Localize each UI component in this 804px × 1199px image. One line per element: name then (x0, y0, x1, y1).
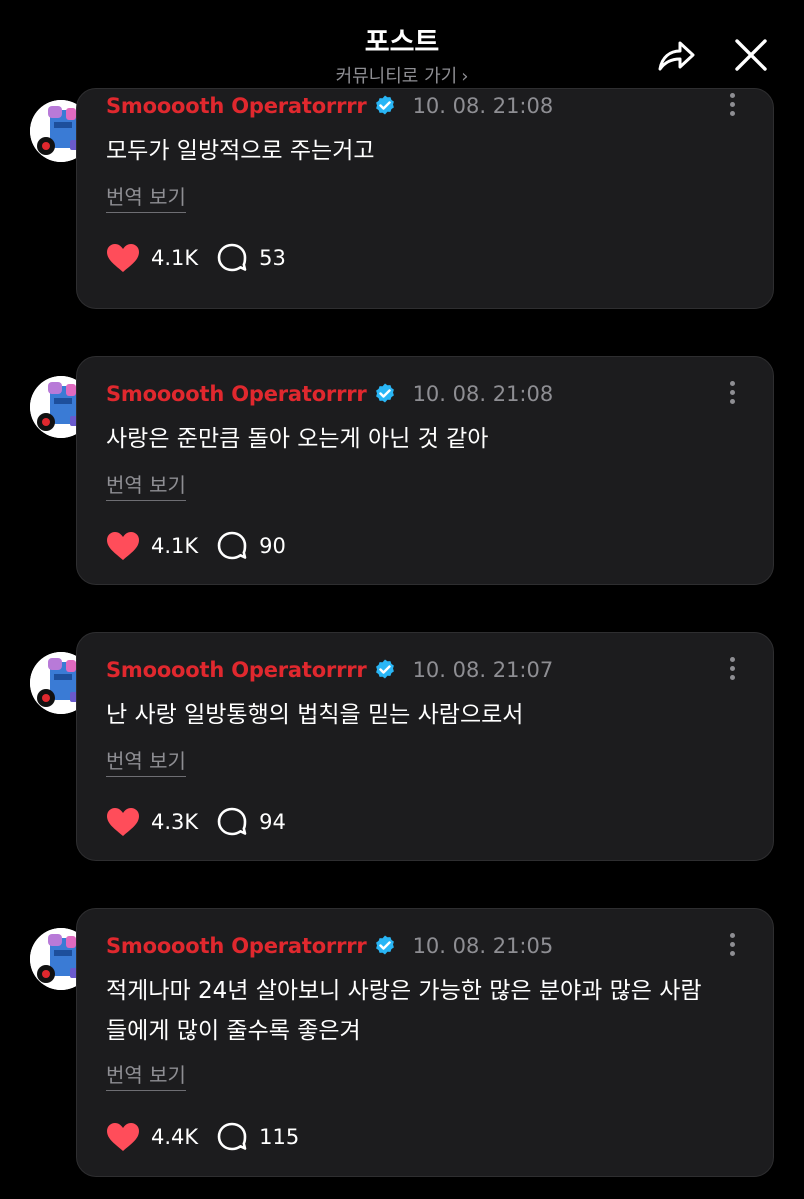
comment-actions: 4.1K 90 (106, 529, 286, 563)
like-count: 4.1K (151, 246, 199, 270)
like-count: 4.3K (151, 810, 199, 834)
comment-card[interactable]: Smooooth Operatorrrr 10. 08. 21:07 난 사랑 … (76, 632, 774, 861)
chevron-right-icon: › (461, 66, 469, 87)
translate-link[interactable]: 번역 보기 (106, 181, 186, 213)
comment-meta: Smooooth Operatorrrr 10. 08. 21:05 (106, 929, 553, 963)
translate-link[interactable]: 번역 보기 (106, 745, 186, 777)
reply-count: 115 (259, 1125, 300, 1149)
close-button[interactable] (729, 33, 773, 77)
translate-link[interactable]: 번역 보기 (106, 469, 186, 501)
reply-button[interactable]: 53 (216, 242, 286, 274)
reply-bubble-icon (217, 531, 247, 560)
top-bar: 포스트 커뮤니티로 가기 › (0, 0, 804, 96)
like-count: 4.4K (151, 1125, 199, 1149)
reply-count: 53 (259, 246, 286, 270)
comment-actions: 4.4K 115 (106, 1120, 299, 1154)
comment-actions: 4.1K 53 (106, 241, 286, 275)
share-button[interactable] (654, 33, 698, 77)
author-name[interactable]: Smooooth Operatorrrr (106, 934, 367, 958)
like-button[interactable]: 4.1K (106, 243, 198, 273)
heart-icon (107, 1123, 139, 1151)
comment-actions: 4.3K 94 (106, 805, 286, 839)
timestamp: 10. 08. 21:08 (412, 94, 554, 118)
verified-badge-icon (375, 95, 394, 115)
like-button[interactable]: 4.3K (106, 807, 198, 837)
like-count: 4.1K (151, 534, 199, 558)
post-thread-screen: Smooooth Operatorrrr 10. 08. 21:08 모두가 일… (0, 0, 804, 1199)
comment-card[interactable]: Smooooth Operatorrrr 10. 08. 21:08 모두가 일… (76, 88, 774, 309)
author-name[interactable]: Smooooth Operatorrrr (106, 382, 367, 406)
close-icon (735, 39, 767, 71)
timestamp: 10. 08. 21:08 (412, 382, 554, 406)
comment-card[interactable]: Smooooth Operatorrrr 10. 08. 21:08 사랑은 준… (76, 356, 774, 585)
more-options-icon[interactable] (725, 657, 739, 685)
like-button[interactable]: 4.4K (106, 1122, 198, 1152)
reply-count: 90 (259, 534, 286, 558)
reply-bubble-icon (217, 807, 247, 836)
community-link-label: 커뮤니티로 가기 (335, 66, 458, 87)
author-name[interactable]: Smooooth Operatorrrr (106, 658, 367, 682)
translate-link[interactable]: 번역 보기 (106, 1059, 186, 1091)
reply-count: 94 (259, 810, 286, 834)
comment-meta: Smooooth Operatorrrr 10. 08. 21:08 (106, 377, 553, 411)
verified-badge-icon (375, 383, 394, 403)
comment-text: 모두가 일방적으로 주는거고 (106, 138, 375, 164)
share-arrow-icon (658, 41, 695, 71)
heart-icon (107, 244, 139, 272)
verified-badge-icon (375, 659, 394, 679)
reply-button[interactable]: 94 (216, 806, 286, 838)
reply-bubble-icon (217, 1122, 247, 1151)
more-options-icon[interactable] (725, 93, 739, 121)
comment-text: 적게나마 24년 살아보니 사랑은 가능한 많은 분야과 많은 사람들에게 많이… (106, 978, 702, 1044)
comment-card[interactable]: Smooooth Operatorrrr 10. 08. 21:05 적게나마 … (76, 908, 774, 1177)
reply-button[interactable]: 115 (216, 1121, 299, 1153)
comment-meta: Smooooth Operatorrrr 10. 08. 21:07 (106, 653, 553, 687)
comment-text: 사랑은 준만큼 돌아 오는게 아닌 것 같아 (106, 426, 489, 452)
timestamp: 10. 08. 21:05 (412, 934, 554, 958)
more-options-icon[interactable] (725, 933, 739, 961)
timestamp: 10. 08. 21:07 (412, 658, 554, 682)
heart-icon (107, 808, 139, 836)
reply-bubble-icon (217, 243, 247, 272)
verified-badge-icon (375, 935, 394, 955)
reply-button[interactable]: 90 (216, 530, 286, 562)
like-button[interactable]: 4.1K (106, 531, 198, 561)
comment-feed: Smooooth Operatorrrr 10. 08. 21:08 모두가 일… (0, 0, 804, 1199)
more-options-icon[interactable] (725, 381, 739, 409)
comment-text: 난 사랑 일방통행의 법칙을 믿는 사람으로서 (106, 702, 524, 728)
author-name[interactable]: Smooooth Operatorrrr (106, 94, 367, 118)
heart-icon (107, 532, 139, 560)
